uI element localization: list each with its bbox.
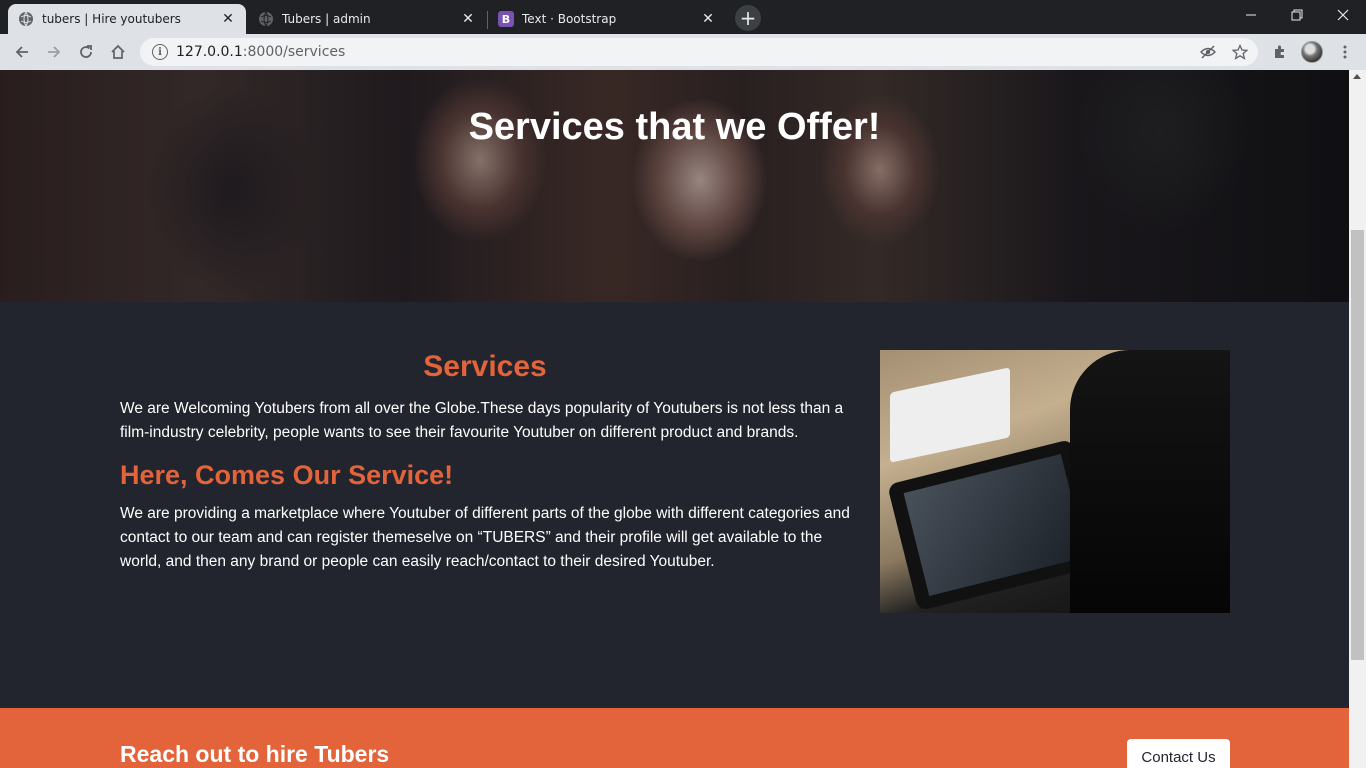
- scrollbar-thumb[interactable]: [1351, 230, 1364, 660]
- cta-text: Reach out to hire Tubers: [120, 741, 390, 767]
- tab-title: Text · Bootstrap: [522, 12, 617, 26]
- restore-button[interactable]: [1274, 0, 1320, 30]
- tab-title: Tubers | admin: [282, 12, 371, 26]
- tab-tubers-hire[interactable]: tubers | Hire youtubers ✕: [8, 4, 246, 34]
- globe-icon: [258, 11, 274, 27]
- page-viewport: Services that we Offer! Services We are …: [0, 70, 1349, 768]
- tab-tubers-admin[interactable]: Tubers | admin ✕: [248, 4, 486, 34]
- address-bar[interactable]: i 127.0.0.1:8000/services: [140, 38, 1258, 66]
- services-body: We are providing a marketplace where You…: [120, 505, 850, 570]
- hero-title: Services that we Offer!: [468, 106, 881, 148]
- page-scrollbar[interactable]: [1349, 70, 1366, 768]
- url-host: 127.0.0.1: [176, 44, 243, 60]
- minimize-button[interactable]: [1228, 0, 1274, 30]
- new-tab-button[interactable]: +: [735, 5, 761, 31]
- bookmark-star-icon[interactable]: [1231, 43, 1249, 61]
- browser-toolbar: i 127.0.0.1:8000/services: [0, 34, 1366, 70]
- menu-kebab-icon[interactable]: [1331, 38, 1359, 66]
- globe-icon: [18, 11, 34, 27]
- contact-us-button[interactable]: Contact Us: [1127, 739, 1230, 768]
- close-tab-icon[interactable]: ✕: [220, 11, 236, 27]
- forward-button[interactable]: [40, 38, 68, 66]
- close-tab-icon[interactable]: ✕: [700, 11, 716, 27]
- cta-band: Reach out to hire Tubers Contact Us: [0, 708, 1349, 768]
- scroll-up-arrow-icon[interactable]: [1353, 74, 1361, 79]
- back-button[interactable]: [8, 38, 36, 66]
- services-subheading: Here, Comes Our Service!: [120, 460, 454, 490]
- extensions-icon[interactable]: [1266, 38, 1294, 66]
- services-section: Services We are Welcoming Yotubers from …: [0, 302, 1349, 708]
- close-tab-icon[interactable]: ✕: [460, 11, 476, 27]
- close-window-button[interactable]: [1320, 0, 1366, 30]
- tablet-screen: [903, 453, 1087, 597]
- hand-shape: [1070, 350, 1230, 613]
- reload-button[interactable]: [72, 38, 100, 66]
- services-intro: We are Welcoming Yotubers from all over …: [120, 400, 844, 441]
- tab-title: tubers | Hire youtubers: [42, 12, 181, 26]
- home-button[interactable]: [104, 38, 132, 66]
- bootstrap-icon: B: [498, 11, 514, 27]
- tab-bootstrap-text[interactable]: B Text · Bootstrap ✕: [488, 4, 726, 34]
- hero-banner: Services that we Offer!: [0, 70, 1349, 302]
- tab-strip: tubers | Hire youtubers ✕ Tubers | admin…: [0, 0, 1366, 34]
- services-heading: Services: [423, 350, 547, 383]
- tablet-photo: [880, 350, 1230, 613]
- keyboard-shape: [890, 367, 1010, 463]
- eye-off-icon[interactable]: [1199, 43, 1217, 61]
- profile-avatar[interactable]: [1301, 41, 1323, 63]
- site-info-icon[interactable]: i: [152, 44, 168, 60]
- url-path: :8000/services: [242, 44, 346, 60]
